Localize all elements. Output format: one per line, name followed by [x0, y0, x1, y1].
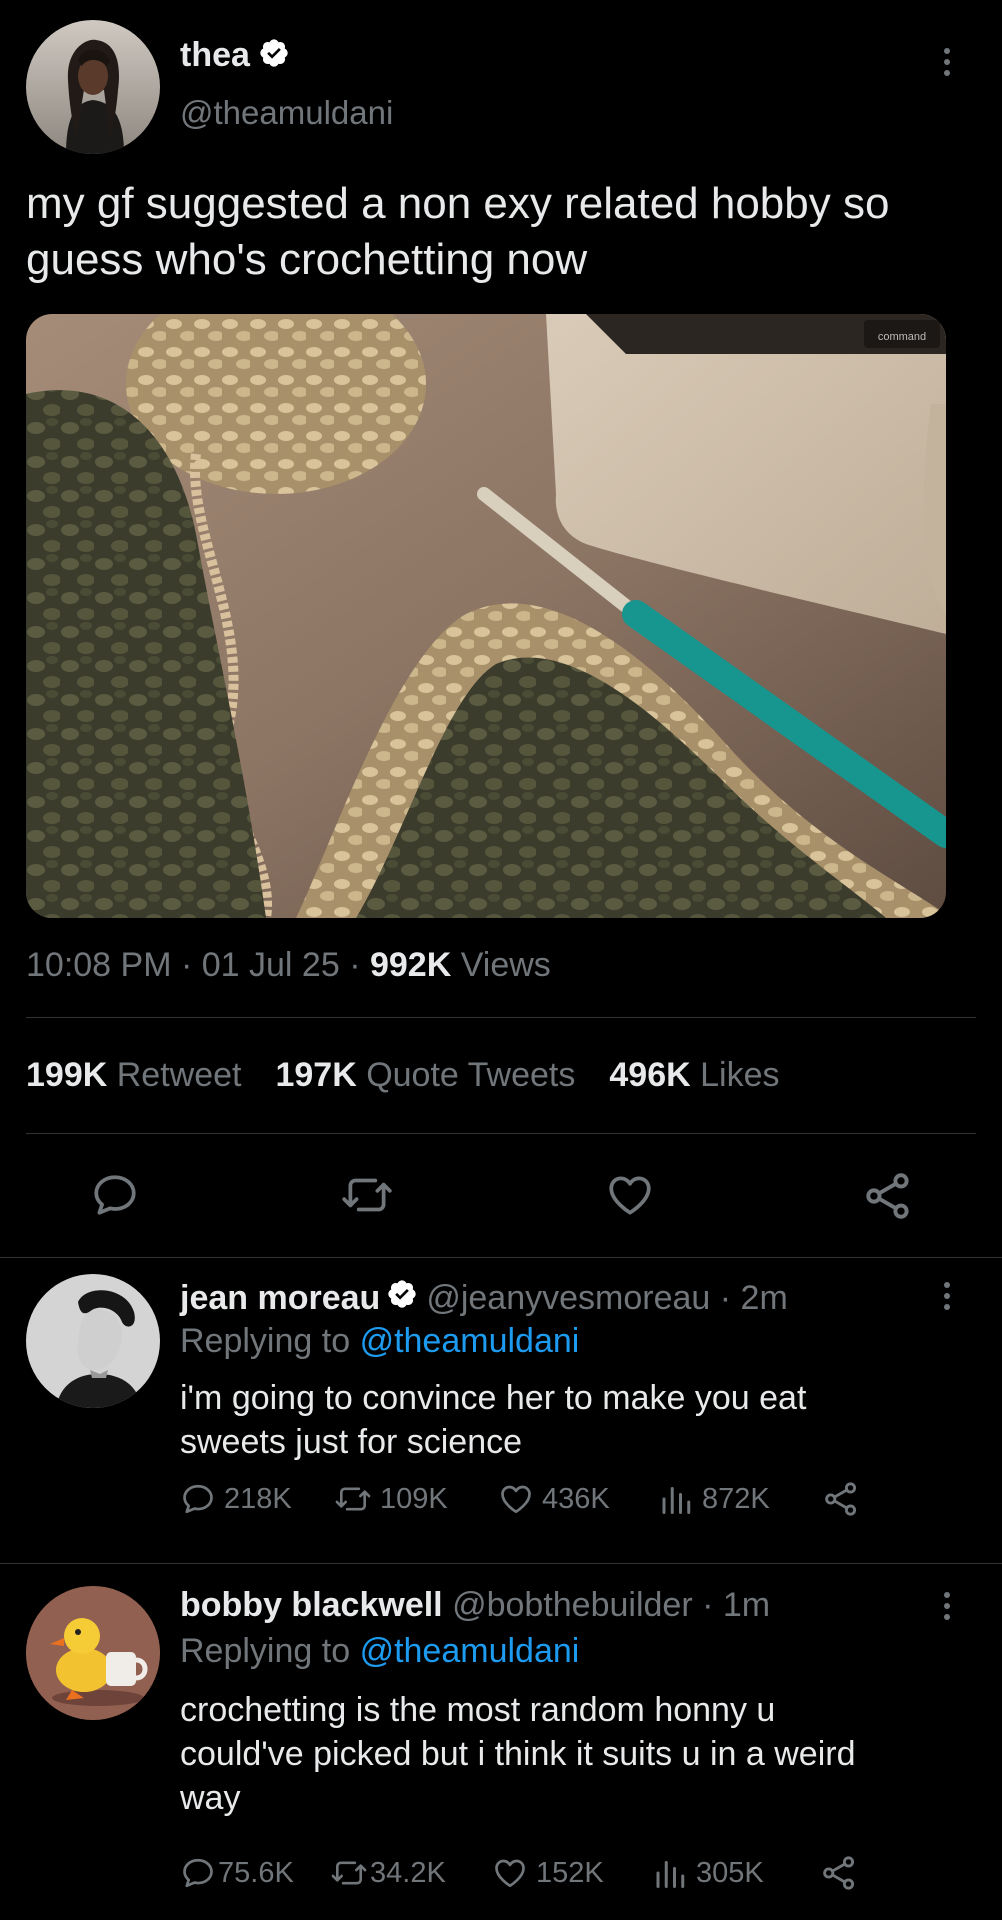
reply-tweet[interactable]: bobby blackwell @bobthebuilder · 1m Repl…: [0, 1564, 1002, 1920]
tweet-date[interactable]: 01 Jul 25: [202, 946, 340, 984]
tweet-text: my gf suggested a non exy related hobby …: [26, 176, 889, 288]
replying-to-handle[interactable]: @theamuldani: [360, 1632, 580, 1670]
replying-to-label: Replying to: [180, 1322, 351, 1360]
reply-retweet-button[interactable]: 109K: [334, 1481, 498, 1517]
reply-reply-button[interactable]: 218K: [180, 1481, 298, 1517]
retweet-count: 34.2K: [370, 1856, 446, 1889]
reply-reply-button[interactable]: 75.6K: [180, 1855, 330, 1891]
reply-views-button[interactable]: 305K: [652, 1855, 820, 1891]
keyboard-key-label: command: [878, 331, 926, 343]
reply-share-button[interactable]: [822, 1480, 860, 1518]
reply-display-name[interactable]: bobby blackwell: [180, 1586, 443, 1624]
more-options-icon[interactable]: [941, 48, 953, 76]
reply-retweet-button[interactable]: 34.2K: [330, 1855, 492, 1891]
quotes-count: 197K: [275, 1056, 357, 1094]
likes-label: Likes: [700, 1056, 780, 1094]
replying-to-handle[interactable]: @theamuldani: [360, 1322, 580, 1360]
retweets-label: Retweet: [116, 1056, 242, 1094]
like-icon[interactable]: [604, 1170, 656, 1225]
views-count: 305K: [696, 1856, 764, 1889]
reply-share-button[interactable]: [820, 1854, 858, 1892]
reply-text-line: way: [180, 1779, 241, 1817]
reply-display-name[interactable]: jean moreau: [180, 1279, 380, 1318]
retweets-stat[interactable]: 199K Retweet: [26, 1056, 241, 1095]
reply-icon[interactable]: [90, 1170, 140, 1225]
reply-time[interactable]: 2m: [741, 1279, 788, 1318]
avatar-jean[interactable]: [26, 1274, 160, 1408]
share-icon: [823, 1856, 855, 1890]
quotes-stat[interactable]: 197K Quote Tweets: [275, 1056, 575, 1095]
tweet-text-line: guess who's crochetting now: [26, 235, 588, 284]
tweet-stats-row: 199K Retweet 197K Quote Tweets 496K Like…: [26, 1056, 779, 1095]
reply-action-bar: 218K 109K 436K 872K: [180, 1480, 860, 1518]
reply-text: crochetting is the most random honny u c…: [180, 1688, 856, 1820]
reply-text-line: i'm going to convince her to make you ea…: [180, 1379, 807, 1417]
replying-to-label: Replying to: [180, 1632, 351, 1670]
reply-icon: [183, 1858, 213, 1888]
tweet-text-line: my gf suggested a non exy related hobby …: [26, 179, 890, 228]
retweet-icon[interactable]: [340, 1170, 394, 1225]
reply-action-bar: 75.6K 34.2K 152K 305K: [180, 1854, 858, 1892]
reply-handle[interactable]: @bobthebuilder: [452, 1586, 693, 1624]
reply-header: jean moreau @jeanyvesmoreau · 2m: [180, 1278, 788, 1319]
author-handle[interactable]: @theamuldani: [180, 94, 393, 132]
views-icon: [656, 1861, 685, 1888]
reply-icon: [183, 1484, 213, 1514]
reply-handle[interactable]: @jeanyvesmoreau: [426, 1279, 710, 1318]
verified-badge-icon: [386, 1278, 418, 1319]
verified-badge-icon: [258, 37, 290, 74]
separator-dot: ·: [339, 946, 370, 984]
replying-to-line: Replying to @theamuldani: [180, 1322, 579, 1361]
retweet-count: 109K: [380, 1482, 448, 1515]
reply-count: 218K: [224, 1482, 292, 1515]
share-icon[interactable]: [862, 1170, 914, 1227]
likes-count: 496K: [609, 1056, 691, 1094]
reply-header: bobby blackwell @bobthebuilder · 1m: [180, 1586, 770, 1625]
reply-text: i'm going to convince her to make you ea…: [180, 1376, 806, 1464]
author-name-row: thea: [180, 36, 290, 75]
reply-views-button[interactable]: 872K: [658, 1481, 822, 1517]
avatar-bobby[interactable]: [26, 1586, 160, 1720]
divider: [26, 1133, 976, 1134]
quotes-label: Quote Tweets: [366, 1056, 576, 1094]
retweets-count: 199K: [26, 1056, 108, 1094]
like-count: 436K: [542, 1482, 610, 1515]
views-count: 872K: [702, 1482, 770, 1515]
retweet-icon: [335, 1487, 371, 1511]
reply-like-button[interactable]: 152K: [492, 1855, 636, 1891]
reply-text-line: sweets just for science: [180, 1423, 523, 1461]
reply-tweet[interactable]: jean moreau @jeanyvesmoreau · 2m Replyin…: [0, 1258, 1002, 1562]
separator-dot: ·: [692, 1586, 723, 1624]
replying-to-line: Replying to @theamuldani: [180, 1632, 579, 1671]
more-options-icon[interactable]: [941, 1282, 953, 1310]
separator-dot: ·: [171, 946, 202, 984]
reply-count: 75.6K: [218, 1856, 294, 1889]
like-icon: [495, 1859, 525, 1888]
reply-text-line: crochetting is the most random honny u: [180, 1691, 776, 1729]
retweet-icon: [331, 1861, 367, 1885]
reply-time[interactable]: 1m: [723, 1586, 770, 1624]
views-icon: [662, 1487, 691, 1514]
tweet-meta-row: 10:08 PM · 01 Jul 25 · 992K Views: [26, 946, 551, 985]
reply-like-button[interactable]: 436K: [498, 1481, 642, 1517]
tweet-time[interactable]: 10:08 PM: [26, 946, 172, 984]
views-label: Views: [460, 946, 551, 984]
like-icon: [501, 1485, 531, 1514]
avatar-thea[interactable]: [26, 20, 160, 154]
share-icon: [825, 1482, 857, 1516]
divider: [26, 1017, 976, 1018]
views-count: 992K: [369, 946, 452, 984]
tweet-image[interactable]: command: [26, 314, 946, 918]
likes-stat[interactable]: 496K Likes: [609, 1056, 779, 1095]
more-options-icon[interactable]: [941, 1592, 953, 1620]
reply-text-line: could've picked but i think it suits u i…: [180, 1735, 856, 1773]
separator-dot: ·: [710, 1279, 741, 1317]
author-display-name[interactable]: thea: [180, 36, 250, 75]
like-count: 152K: [536, 1856, 604, 1889]
